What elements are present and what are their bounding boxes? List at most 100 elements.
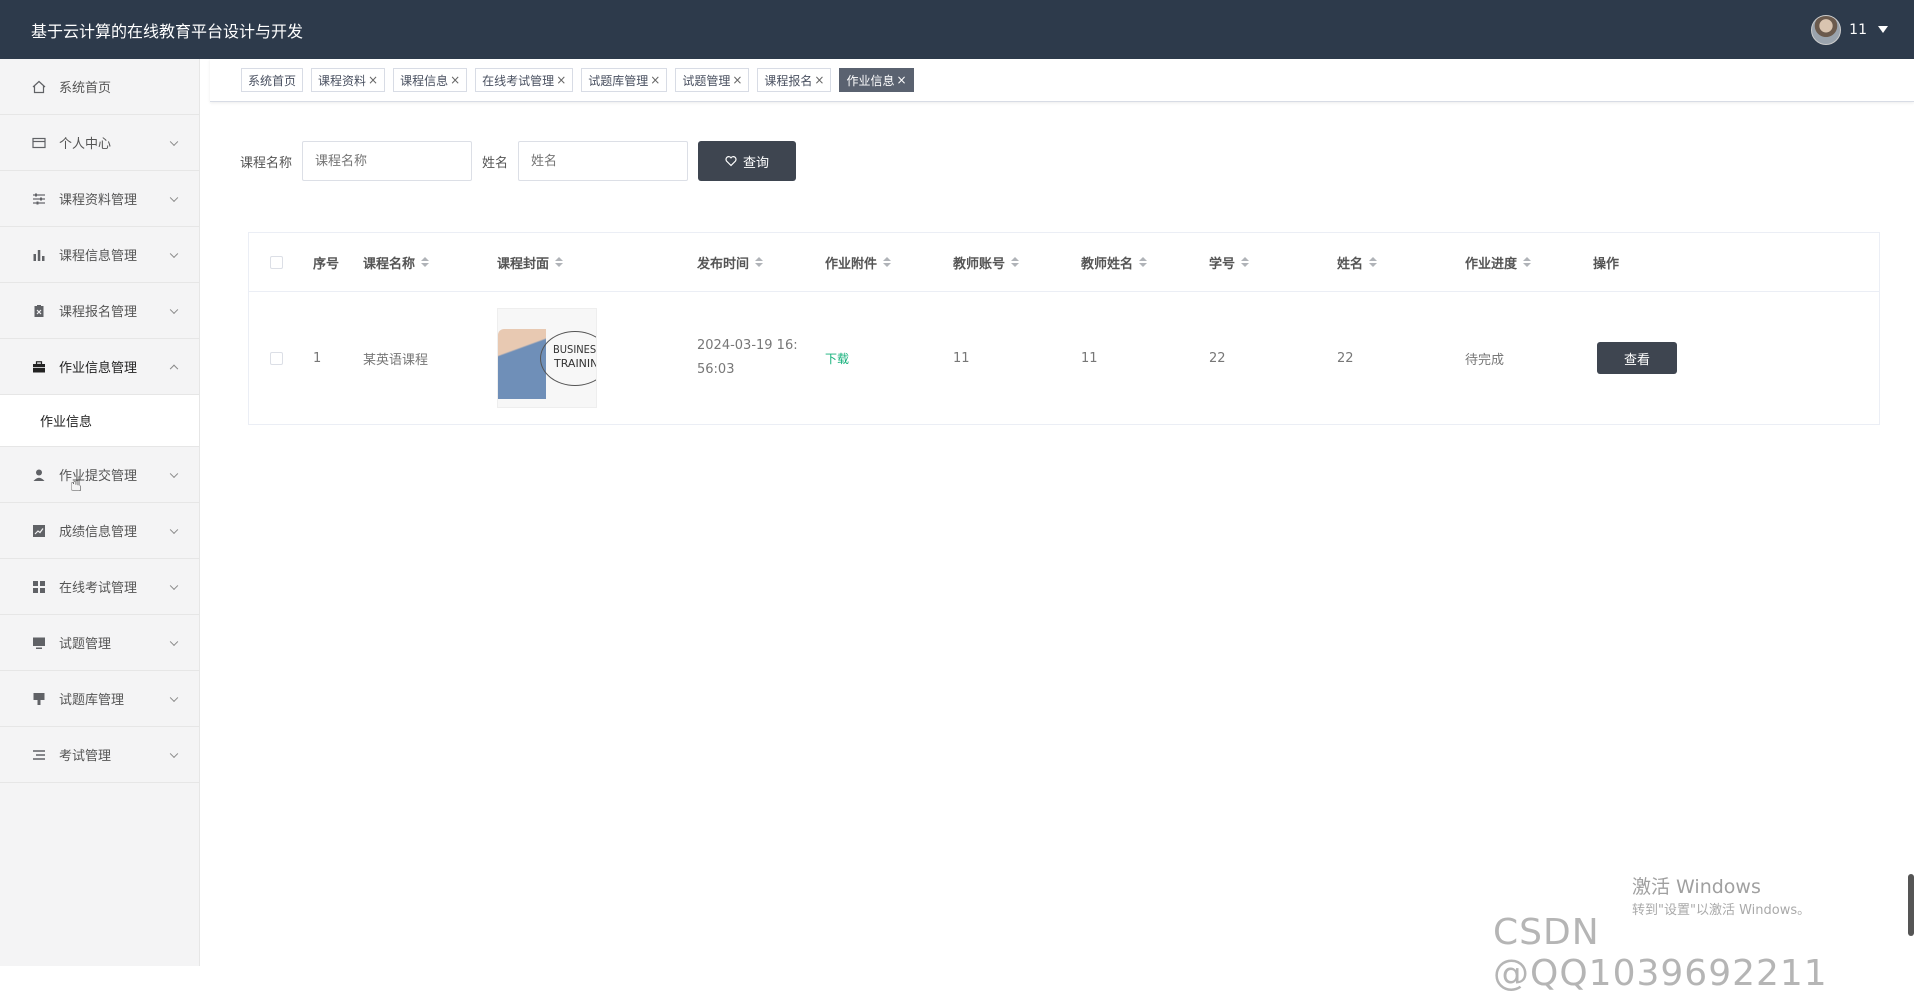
- sidebar-item-label: 作业信息管理: [59, 361, 138, 376]
- sort-icon[interactable]: [1523, 257, 1532, 267]
- submenu-item-homework-info[interactable]: 作业信息: [0, 395, 199, 447]
- sidebar-item-questions[interactable]: 试题管理: [0, 615, 199, 671]
- tag-label: 课程资料: [318, 73, 367, 88]
- tag-label: 试题管理: [682, 73, 731, 88]
- sidebar-item-label: 系统首页: [59, 81, 112, 96]
- sidebar-item-label: 个人中心: [59, 137, 112, 152]
- avatar[interactable]: [1811, 14, 1842, 45]
- td-teacher-account: 11: [953, 350, 970, 366]
- sidebar-item-label: 课程信息管理: [59, 249, 138, 264]
- sidebar-item-exam-management[interactable]: 考试管理: [0, 727, 199, 783]
- tags-view-bar: 系统首页 课程资料 × 课程信息 × 在线考试管理 × 试题库管理 × 试题管理…: [210, 59, 1914, 102]
- th-course[interactable]: 课程名称: [353, 253, 487, 272]
- username[interactable]: 11: [1849, 22, 1867, 38]
- sort-icon[interactable]: [421, 257, 430, 267]
- tag-question-bank[interactable]: 试题库管理 ×: [581, 68, 668, 92]
- select-all-checkbox[interactable]: [269, 255, 283, 269]
- app-title: 基于云计算的在线教育平台设计与开发: [31, 21, 304, 41]
- list-icon: [31, 747, 47, 763]
- tag-label: 课程信息: [400, 73, 449, 88]
- course-name-label: 课程名称: [240, 155, 293, 171]
- sidebar-item-home[interactable]: 系统首页: [0, 59, 199, 115]
- th-student-name[interactable]: 姓名: [1327, 253, 1455, 272]
- sort-icon[interactable]: [1011, 257, 1020, 267]
- tag-home[interactable]: 系统首页: [241, 68, 304, 92]
- sidebar-item-label: 成绩信息管理: [59, 525, 138, 540]
- sidebar-item-personal-center[interactable]: 个人中心: [0, 115, 199, 171]
- select-all-cell: [249, 255, 303, 269]
- th-label: 操作: [1593, 256, 1620, 272]
- tag-course-materials[interactable]: 课程资料 ×: [311, 68, 386, 92]
- sidebar-item-label: 课程报名管理: [59, 305, 138, 320]
- th-cover[interactable]: 课程封面: [487, 253, 687, 272]
- close-icon[interactable]: ×: [732, 73, 742, 87]
- download-link[interactable]: 下载: [825, 350, 849, 367]
- scrollbar[interactable]: [1908, 874, 1914, 936]
- csdn-watermark: CSDN @QQ1039692211: [1493, 912, 1828, 994]
- th-label: 学号: [1209, 256, 1236, 272]
- query-button[interactable]: 查询: [698, 141, 797, 181]
- cover-text-1: BUSINESS: [553, 343, 597, 356]
- tag-course-enrollment[interactable]: 课程报名 ×: [757, 68, 832, 92]
- td-cover: BUSINESS TRAINING: [487, 308, 687, 408]
- sort-icon[interactable]: [1241, 257, 1250, 267]
- monitor-icon: [31, 635, 47, 651]
- bar-chart-icon: [31, 247, 47, 263]
- chevron-down-icon: [169, 693, 179, 702]
- th-label: 作业附件: [825, 256, 878, 272]
- sort-icon[interactable]: [1369, 257, 1378, 267]
- th-teacher-account[interactable]: 教师账号: [943, 253, 1071, 272]
- view-button[interactable]: 查看: [1597, 342, 1677, 374]
- course-cover-image[interactable]: BUSINESS TRAINING: [497, 308, 597, 408]
- chevron-down-icon: [169, 469, 179, 478]
- td-date: 2024-03-19 16: 56:03: [687, 334, 815, 382]
- close-icon[interactable]: ×: [368, 73, 378, 87]
- th-attachment[interactable]: 作业附件: [815, 253, 943, 272]
- name-input[interactable]: [518, 141, 689, 181]
- td-attachment: 下载: [815, 350, 943, 367]
- windows-activation-title: 激活 Windows: [1632, 876, 1761, 898]
- td-student-name: 22: [1337, 350, 1354, 366]
- top-header: 基于云计算的在线教育平台设计与开发 11: [0, 0, 1914, 59]
- close-icon[interactable]: ×: [814, 73, 824, 87]
- close-icon[interactable]: ×: [450, 73, 460, 87]
- user-icon: [31, 467, 47, 483]
- close-icon[interactable]: ×: [897, 73, 907, 87]
- close-icon[interactable]: ×: [650, 73, 660, 87]
- th-date[interactable]: 发布时间: [687, 253, 815, 272]
- date-text: 2024-03-19 16: 56:03: [697, 334, 815, 382]
- tag-online-exam[interactable]: 在线考试管理 ×: [475, 68, 574, 92]
- tag-questions[interactable]: 试题管理 ×: [675, 68, 750, 92]
- row-checkbox[interactable]: [269, 351, 283, 365]
- caret-down-icon[interactable]: [1878, 26, 1888, 33]
- course-name-input[interactable]: [302, 141, 473, 181]
- search-form: 课程名称 姓名 查询: [240, 141, 797, 181]
- sidebar-item-question-bank[interactable]: 试题库管理: [0, 671, 199, 727]
- close-icon[interactable]: ×: [556, 73, 566, 87]
- sort-icon[interactable]: [1139, 257, 1148, 267]
- th-progress[interactable]: 作业进度: [1455, 253, 1583, 272]
- sort-icon[interactable]: [755, 257, 764, 267]
- sidebar-item-homework-info[interactable]: 作业信息管理: [0, 339, 199, 395]
- user-menu[interactable]: 11: [1811, 14, 1888, 45]
- sidebar-item-grades[interactable]: 成绩信息管理: [0, 503, 199, 559]
- sort-icon[interactable]: [555, 257, 564, 267]
- sidebar-item-course-info[interactable]: 课程信息管理: [0, 227, 199, 283]
- chevron-down-icon: [169, 581, 179, 590]
- td-course: 某英语课程: [363, 352, 429, 368]
- sidebar-item-homework-submission[interactable]: 作业提交管理: [0, 447, 199, 503]
- th-student-no[interactable]: 学号: [1199, 253, 1327, 272]
- tag-homework-info[interactable]: 作业信息 ×: [839, 68, 914, 92]
- tag-course-info[interactable]: 课程信息 ×: [393, 68, 468, 92]
- sidebar-item-course-materials[interactable]: 课程资料管理: [0, 171, 199, 227]
- stamp-icon: [31, 691, 47, 707]
- chevron-up-icon: [169, 364, 179, 373]
- sidebar-item-online-exam[interactable]: 在线考试管理: [0, 559, 199, 615]
- sidebar-item-course-enrollment[interactable]: 课程报名管理: [0, 283, 199, 339]
- chevron-down-icon: [169, 137, 179, 146]
- sort-icon[interactable]: [883, 257, 892, 267]
- th-label: 课程封面: [497, 256, 550, 272]
- query-button-label: 查询: [743, 155, 770, 171]
- card-icon: [31, 135, 47, 151]
- th-teacher-name[interactable]: 教师姓名: [1071, 253, 1199, 272]
